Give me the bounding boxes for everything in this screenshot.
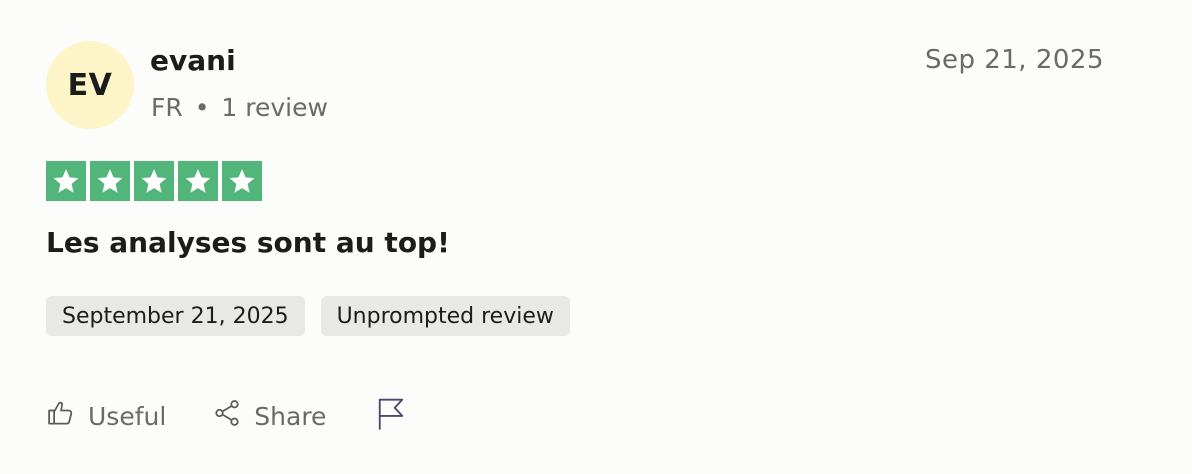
experience-date-chip: September 21, 2025	[46, 296, 305, 336]
meta-separator: •	[194, 93, 210, 122]
report-button[interactable]	[376, 397, 406, 435]
review-card: EV evani FR • 1 review Sep 21, 2025 Les …	[0, 0, 1192, 474]
reviewer-name[interactable]: evani	[150, 44, 236, 77]
review-date: Sep 21, 2025	[924, 45, 1104, 75]
reviewer-country: FR	[151, 93, 183, 122]
review-title[interactable]: Les analyses sont au top!	[46, 226, 450, 259]
review-actions: Useful Share	[46, 396, 406, 436]
share-icon	[212, 398, 242, 434]
star-icon	[134, 161, 174, 201]
avatar[interactable]: EV	[46, 41, 134, 129]
star-icon	[46, 161, 86, 201]
useful-label: Useful	[88, 401, 167, 431]
useful-button[interactable]: Useful	[46, 398, 166, 434]
star-icon	[178, 161, 218, 201]
review-type-chip[interactable]: Unprompted review	[320, 296, 570, 336]
star-rating	[46, 161, 262, 201]
star-icon	[222, 161, 262, 201]
share-button[interactable]: Share	[212, 398, 326, 434]
reviewer-review-count: 1 review	[221, 93, 328, 122]
thumbs-up-icon	[46, 398, 76, 434]
share-label: Share	[254, 401, 327, 431]
flag-icon	[376, 397, 406, 435]
review-chips: September 21, 2025 Unprompted review	[46, 296, 570, 336]
reviewer-meta: FR • 1 review	[151, 93, 328, 122]
star-icon	[90, 161, 130, 201]
